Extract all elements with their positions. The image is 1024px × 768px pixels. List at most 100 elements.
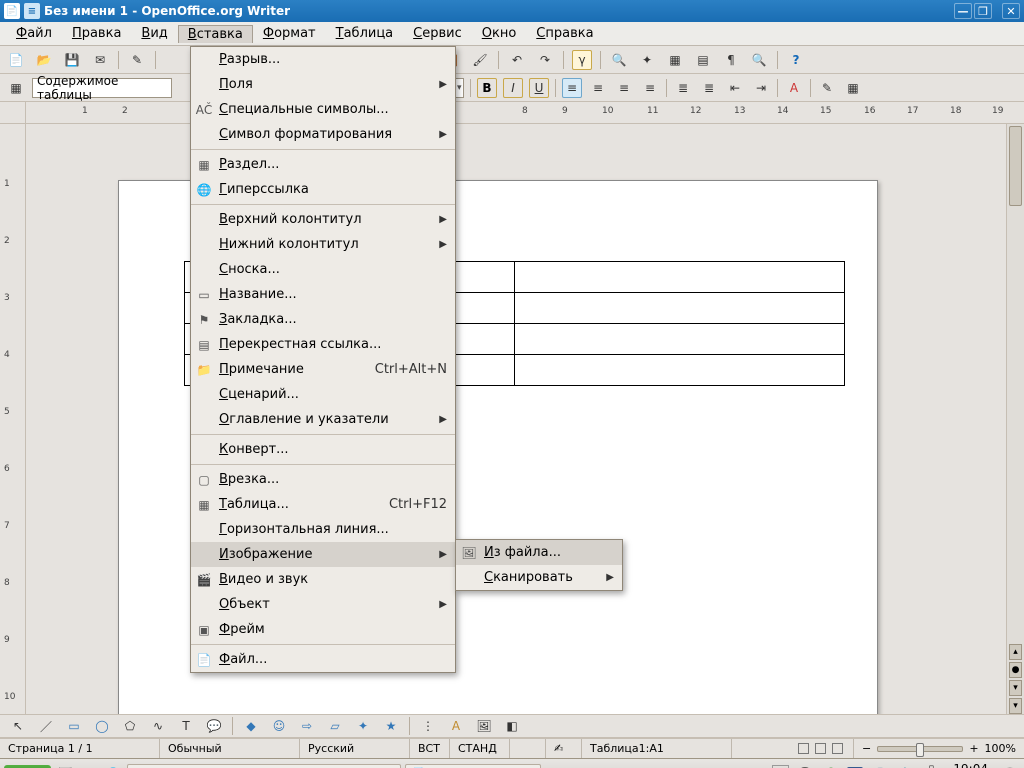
menuitem-сценарий[interactable]: Сценарий... bbox=[191, 382, 455, 407]
curve-icon[interactable]: ∿ bbox=[148, 716, 168, 736]
undo-icon[interactable]: ↶ bbox=[507, 50, 527, 70]
tray-clock[interactable]: 19:04 28 апр bbox=[947, 763, 994, 768]
zoom-icon[interactable]: 🔍 bbox=[749, 50, 769, 70]
quick-folder-icon[interactable]: 📁 bbox=[79, 764, 99, 768]
style-combo[interactable]: Содержимое таблицы bbox=[32, 78, 172, 98]
fontwork-icon[interactable]: A bbox=[446, 716, 466, 736]
indent-dec-icon[interactable]: ⇤ bbox=[725, 78, 745, 98]
align-right-icon[interactable]: ≡ bbox=[614, 78, 634, 98]
scroll-pagedown-icon[interactable]: ▾ bbox=[1009, 680, 1022, 696]
edit-icon[interactable]: ✎ bbox=[127, 50, 147, 70]
font-color-icon[interactable]: A bbox=[784, 78, 804, 98]
tray-trash-icon[interactable]: 🗑 bbox=[1000, 764, 1020, 768]
brush-icon[interactable]: 🖌 bbox=[470, 50, 490, 70]
menuitem-конверт[interactable]: Конверт... bbox=[191, 437, 455, 462]
help-icon[interactable]: ? bbox=[786, 50, 806, 70]
menu-вид[interactable]: Вид bbox=[131, 24, 177, 43]
list-bul-icon[interactable]: ≣ bbox=[699, 78, 719, 98]
view-single-icon[interactable] bbox=[798, 743, 809, 754]
tray-net-icon[interactable]: 🖧 bbox=[921, 764, 941, 768]
status-caps[interactable]: СТАНД bbox=[450, 739, 510, 758]
bgcolor-icon[interactable]: ▦ bbox=[843, 78, 863, 98]
menu-сервис[interactable]: Сервис bbox=[403, 24, 472, 43]
maximize-button[interactable]: ❐ bbox=[974, 3, 992, 19]
scroll-thumb[interactable] bbox=[1009, 126, 1022, 206]
menu-таблица[interactable]: Таблица bbox=[326, 24, 404, 43]
menuitem-название[interactable]: ▭Название... bbox=[191, 282, 455, 307]
pts-icon[interactable]: ⋮ bbox=[418, 716, 438, 736]
poly-icon[interactable]: ⬠ bbox=[120, 716, 140, 736]
menu-справка[interactable]: Справка bbox=[526, 24, 603, 43]
menuitem-врезка[interactable]: ▢Врезка... bbox=[191, 467, 455, 492]
open-icon[interactable]: 📂 bbox=[34, 50, 54, 70]
indent-inc-icon[interactable]: ⇥ bbox=[751, 78, 771, 98]
menuitem-нижний-колонтитул[interactable]: Нижний колонтитул▶ bbox=[191, 232, 455, 257]
menuitem-сноска[interactable]: Сноска... bbox=[191, 257, 455, 282]
zoom-slider[interactable] bbox=[877, 746, 963, 752]
zoom-out-icon[interactable]: − bbox=[862, 742, 871, 755]
shapes-icon[interactable]: ◆ bbox=[241, 716, 261, 736]
minimize-button[interactable]: — bbox=[954, 3, 972, 19]
menuitem-объект[interactable]: Объект▶ bbox=[191, 592, 455, 617]
tray-chat-icon[interactable]: 💬 bbox=[795, 764, 815, 768]
scrollbar-vertical[interactable]: ▴ ● ▾ ▾ bbox=[1006, 124, 1024, 714]
rect-icon[interactable]: ▭ bbox=[64, 716, 84, 736]
navigator-icon[interactable]: ✦ bbox=[637, 50, 657, 70]
status-style[interactable]: Обычный bbox=[160, 739, 300, 758]
bold-icon[interactable]: B bbox=[477, 78, 497, 98]
tray-volume-icon[interactable]: 🔊 bbox=[869, 764, 889, 768]
zoom-value[interactable]: 100% bbox=[985, 742, 1016, 755]
quick-browser-icon[interactable]: 🌐 bbox=[103, 764, 123, 768]
align-center-icon[interactable]: ≡ bbox=[588, 78, 608, 98]
menuitem-закладка[interactable]: ⚑Закладка... bbox=[191, 307, 455, 332]
new-doc-icon[interactable]: 📄 bbox=[6, 50, 26, 70]
menuitem-специальные-символы[interactable]: ΑČСпециальные символы... bbox=[191, 97, 455, 122]
menuitem-горизонтальная-линия[interactable]: Горизонтальная линия... bbox=[191, 517, 455, 542]
italic-icon[interactable]: I bbox=[503, 78, 523, 98]
pointer-icon[interactable]: ↖ bbox=[8, 716, 28, 736]
save-icon[interactable]: 💾 bbox=[62, 50, 82, 70]
menuitem-оглавление-и-указатели[interactable]: Оглавление и указатели▶ bbox=[191, 407, 455, 432]
taskbar-item-2[interactable]: 📄 OpenOffice.org 3.2 bbox=[405, 764, 541, 768]
menu-правка[interactable]: Правка bbox=[62, 24, 131, 43]
menuitem-видео-и-звук[interactable]: 🎬Видео и звук bbox=[191, 567, 455, 592]
fromfile-icon[interactable]: 🖼 bbox=[474, 716, 494, 736]
styles-icon[interactable]: ▦ bbox=[6, 78, 26, 98]
redo-icon[interactable]: ↷ bbox=[535, 50, 555, 70]
flow-icon[interactable]: ▱ bbox=[325, 716, 345, 736]
taskbar-item-1[interactable]: 📁 Ур. 8 Представление информации — Dolp bbox=[127, 764, 401, 768]
align-justify-icon[interactable]: ≡ bbox=[640, 78, 660, 98]
nonprint-icon[interactable]: ¶ bbox=[721, 50, 741, 70]
underline-icon[interactable]: U bbox=[529, 78, 549, 98]
email-icon[interactable]: ✉ bbox=[90, 50, 110, 70]
status-sig[interactable]: ✍ bbox=[546, 739, 582, 758]
menuitem-изображение[interactable]: Изображение▶ bbox=[191, 542, 455, 567]
menuitem-фрейм[interactable]: ▣Фрейм bbox=[191, 617, 455, 642]
scroll-mark-icon[interactable]: ● bbox=[1009, 662, 1022, 678]
status-lang[interactable]: Русский bbox=[300, 739, 410, 758]
document-canvas[interactable] bbox=[26, 124, 1006, 714]
scroll-down-icon[interactable]: ▾ bbox=[1009, 698, 1022, 714]
menuitem-из-файла[interactable]: 🖼Из файла... bbox=[456, 540, 622, 565]
arrows-icon[interactable]: ⇨ bbox=[297, 716, 317, 736]
symbols-icon[interactable]: ☺ bbox=[269, 716, 289, 736]
view-book-icon[interactable] bbox=[832, 743, 843, 754]
highlight-icon[interactable]: ✎ bbox=[817, 78, 837, 98]
menuitem-символ-форматирования[interactable]: Символ форматирования▶ bbox=[191, 122, 455, 147]
tray-info-icon[interactable]: ⓘ bbox=[821, 764, 841, 768]
menu-файл[interactable]: Файл bbox=[6, 24, 62, 43]
text-icon[interactable]: T bbox=[176, 716, 196, 736]
callout-icon[interactable]: 💬 bbox=[204, 716, 224, 736]
close-button[interactable]: ✕ bbox=[1002, 3, 1020, 19]
start-button[interactable]: пуск bbox=[4, 765, 51, 768]
menuitem-перекрестная-ссылка[interactable]: ▤Перекрестная ссылка... bbox=[191, 332, 455, 357]
menuitem-гиперссылка[interactable]: 🌐Гиперссылка bbox=[191, 177, 455, 202]
stars-icon[interactable]: ★ bbox=[381, 716, 401, 736]
menu-формат[interactable]: Формат bbox=[253, 24, 326, 43]
menuitem-раздел[interactable]: ▦Раздел... bbox=[191, 152, 455, 177]
extrude-icon[interactable]: ◧ bbox=[502, 716, 522, 736]
status-sel[interactable] bbox=[510, 739, 546, 758]
gallery-icon[interactable]: ▦ bbox=[665, 50, 685, 70]
line-icon[interactable]: ／ bbox=[36, 716, 56, 736]
zoom-in-icon[interactable]: + bbox=[969, 742, 978, 755]
